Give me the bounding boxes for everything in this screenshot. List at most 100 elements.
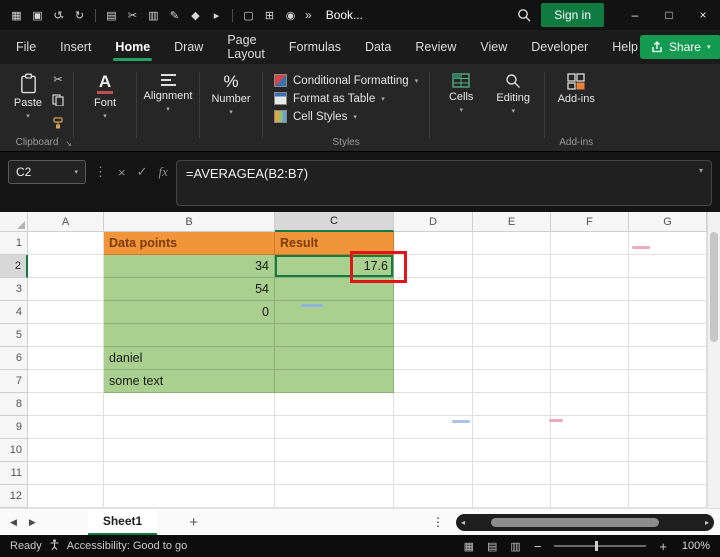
cell-G6[interactable] xyxy=(629,347,707,370)
cell-A8[interactable] xyxy=(28,393,104,416)
horizontal-scrollbar-track[interactable] xyxy=(465,514,705,531)
cell-B8[interactable] xyxy=(104,393,275,416)
font-button[interactable]: A Font ▾ xyxy=(79,70,131,120)
cell-E2[interactable] xyxy=(473,255,551,278)
menu-tab-home[interactable]: Home xyxy=(113,30,152,64)
cell-C1[interactable]: Result xyxy=(275,232,394,255)
zoom-slider-thumb[interactable] xyxy=(594,541,598,551)
cell-E10[interactable] xyxy=(473,439,551,462)
column-header-F[interactable]: F xyxy=(551,212,629,232)
cell-G5[interactable] xyxy=(629,324,707,347)
cell-E11[interactable] xyxy=(473,462,551,485)
cell-G2[interactable] xyxy=(629,255,707,278)
row-header-5[interactable]: 5 xyxy=(0,324,28,347)
cell-B3[interactable]: 54 xyxy=(104,278,275,301)
row-header-9[interactable]: 9 xyxy=(0,416,28,439)
cell-B1[interactable]: Data points xyxy=(104,232,275,255)
ribbon-button-cell-styles[interactable]: Cell Styles ▾ xyxy=(274,110,418,123)
cell-F3[interactable] xyxy=(551,278,629,301)
cell-A12[interactable] xyxy=(28,485,104,508)
next-sheet-icon[interactable]: ▶ xyxy=(29,517,36,528)
cell-D6[interactable] xyxy=(394,347,473,370)
clipboard-icon[interactable]: ▤ xyxy=(101,9,122,22)
cell-G7[interactable] xyxy=(629,370,707,393)
cell-D7[interactable] xyxy=(394,370,473,393)
zoom-level[interactable]: 100% xyxy=(680,540,710,552)
cell-D3[interactable] xyxy=(394,278,473,301)
row-header-10[interactable]: 10 xyxy=(0,439,28,462)
cells-button[interactable]: Cells ▾ xyxy=(435,70,487,114)
cell-D12[interactable] xyxy=(394,485,473,508)
toolbar-overflow-icon[interactable]: » xyxy=(305,8,312,22)
cell-F2[interactable] xyxy=(551,255,629,278)
vertical-scrollbar[interactable] xyxy=(707,212,720,508)
accessibility-status[interactable]: Accessibility: Good to go xyxy=(67,540,187,552)
minimize-button[interactable]: – xyxy=(618,0,652,30)
paste-icon[interactable]: ▥ xyxy=(143,9,164,22)
column-header-D[interactable]: D xyxy=(394,212,473,232)
tab-options-icon[interactable]: ⋮ xyxy=(424,515,452,529)
cell-D2[interactable] xyxy=(394,255,473,278)
cell-A1[interactable] xyxy=(28,232,104,255)
cell-C7[interactable] xyxy=(275,370,394,393)
row-header-7[interactable]: 7 xyxy=(0,370,28,393)
row-header-2[interactable]: 2 xyxy=(0,255,28,278)
menu-tab-formulas[interactable]: Formulas xyxy=(287,30,343,64)
copy-icon[interactable] xyxy=(52,94,64,109)
cell-G1[interactable] xyxy=(629,232,707,255)
menu-tab-data[interactable]: Data xyxy=(363,30,393,64)
cell-G8[interactable] xyxy=(629,393,707,416)
close-button[interactable]: × xyxy=(686,0,720,30)
draw-icon[interactable]: ✎ xyxy=(164,9,185,22)
cell-G12[interactable] xyxy=(629,485,707,508)
row-header-11[interactable]: 11 xyxy=(0,462,28,485)
page-break-view-icon[interactable]: ▥ xyxy=(510,540,520,553)
row-header-6[interactable]: 6 xyxy=(0,347,28,370)
search-icon[interactable] xyxy=(517,8,531,22)
previous-sheet-icon[interactable]: ◀ xyxy=(10,517,17,528)
menu-tab-file[interactable]: File xyxy=(14,30,38,64)
row-header-4[interactable]: 4 xyxy=(0,301,28,324)
cell-E3[interactable] xyxy=(473,278,551,301)
cell-F8[interactable] xyxy=(551,393,629,416)
cell-D1[interactable] xyxy=(394,232,473,255)
cell-D8[interactable] xyxy=(394,393,473,416)
zoom-out-icon[interactable]: − xyxy=(534,540,542,553)
cell-C2[interactable]: 17.6 xyxy=(275,255,394,278)
cell-A9[interactable] xyxy=(28,416,104,439)
column-header-E[interactable]: E xyxy=(473,212,551,232)
cell-D5[interactable] xyxy=(394,324,473,347)
cell-F7[interactable] xyxy=(551,370,629,393)
page-layout-view-icon[interactable]: ▤ xyxy=(487,540,497,553)
column-header-C[interactable]: C xyxy=(275,212,394,232)
cut-icon[interactable]: ✂ xyxy=(53,75,62,86)
cell-F12[interactable] xyxy=(551,485,629,508)
cell-E9[interactable] xyxy=(473,416,551,439)
cell-B9[interactable] xyxy=(104,416,275,439)
formula-input[interactable]: =AVERAGEA(B2:B7) ▾ xyxy=(175,160,712,206)
menu-tab-draw[interactable]: Draw xyxy=(172,30,205,64)
maximize-button[interactable]: □ xyxy=(652,0,686,30)
cell-F10[interactable] xyxy=(551,439,629,462)
ribbon-button-format-as-table[interactable]: Format as Table ▾ xyxy=(274,92,418,105)
cell-A11[interactable] xyxy=(28,462,104,485)
redo-icon[interactable]: ↻ xyxy=(69,9,90,22)
share-button[interactable]: Share ▾ xyxy=(639,35,720,59)
cell-B11[interactable] xyxy=(104,462,275,485)
menu-tab-developer[interactable]: Developer xyxy=(529,30,590,64)
cell-A3[interactable] xyxy=(28,278,104,301)
menu-icon[interactable]: ▦ xyxy=(6,9,27,22)
cell-E8[interactable] xyxy=(473,393,551,416)
camera-icon[interactable]: ◉ xyxy=(280,9,301,22)
cell-E6[interactable] xyxy=(473,347,551,370)
cell-B12[interactable] xyxy=(104,485,275,508)
insert-function-icon[interactable]: fx xyxy=(159,164,168,180)
addins-button[interactable]: Add-ins xyxy=(550,70,602,105)
column-header-A[interactable]: A xyxy=(28,212,104,232)
sheet-tab-sheet1[interactable]: Sheet1 xyxy=(87,509,158,535)
format-painter-icon[interactable]: ◆ xyxy=(185,9,206,22)
cell-B10[interactable] xyxy=(104,439,275,462)
cell-E5[interactable] xyxy=(473,324,551,347)
cell-F4[interactable] xyxy=(551,301,629,324)
formula-bar-expand-icon[interactable]: ▾ xyxy=(699,166,703,175)
